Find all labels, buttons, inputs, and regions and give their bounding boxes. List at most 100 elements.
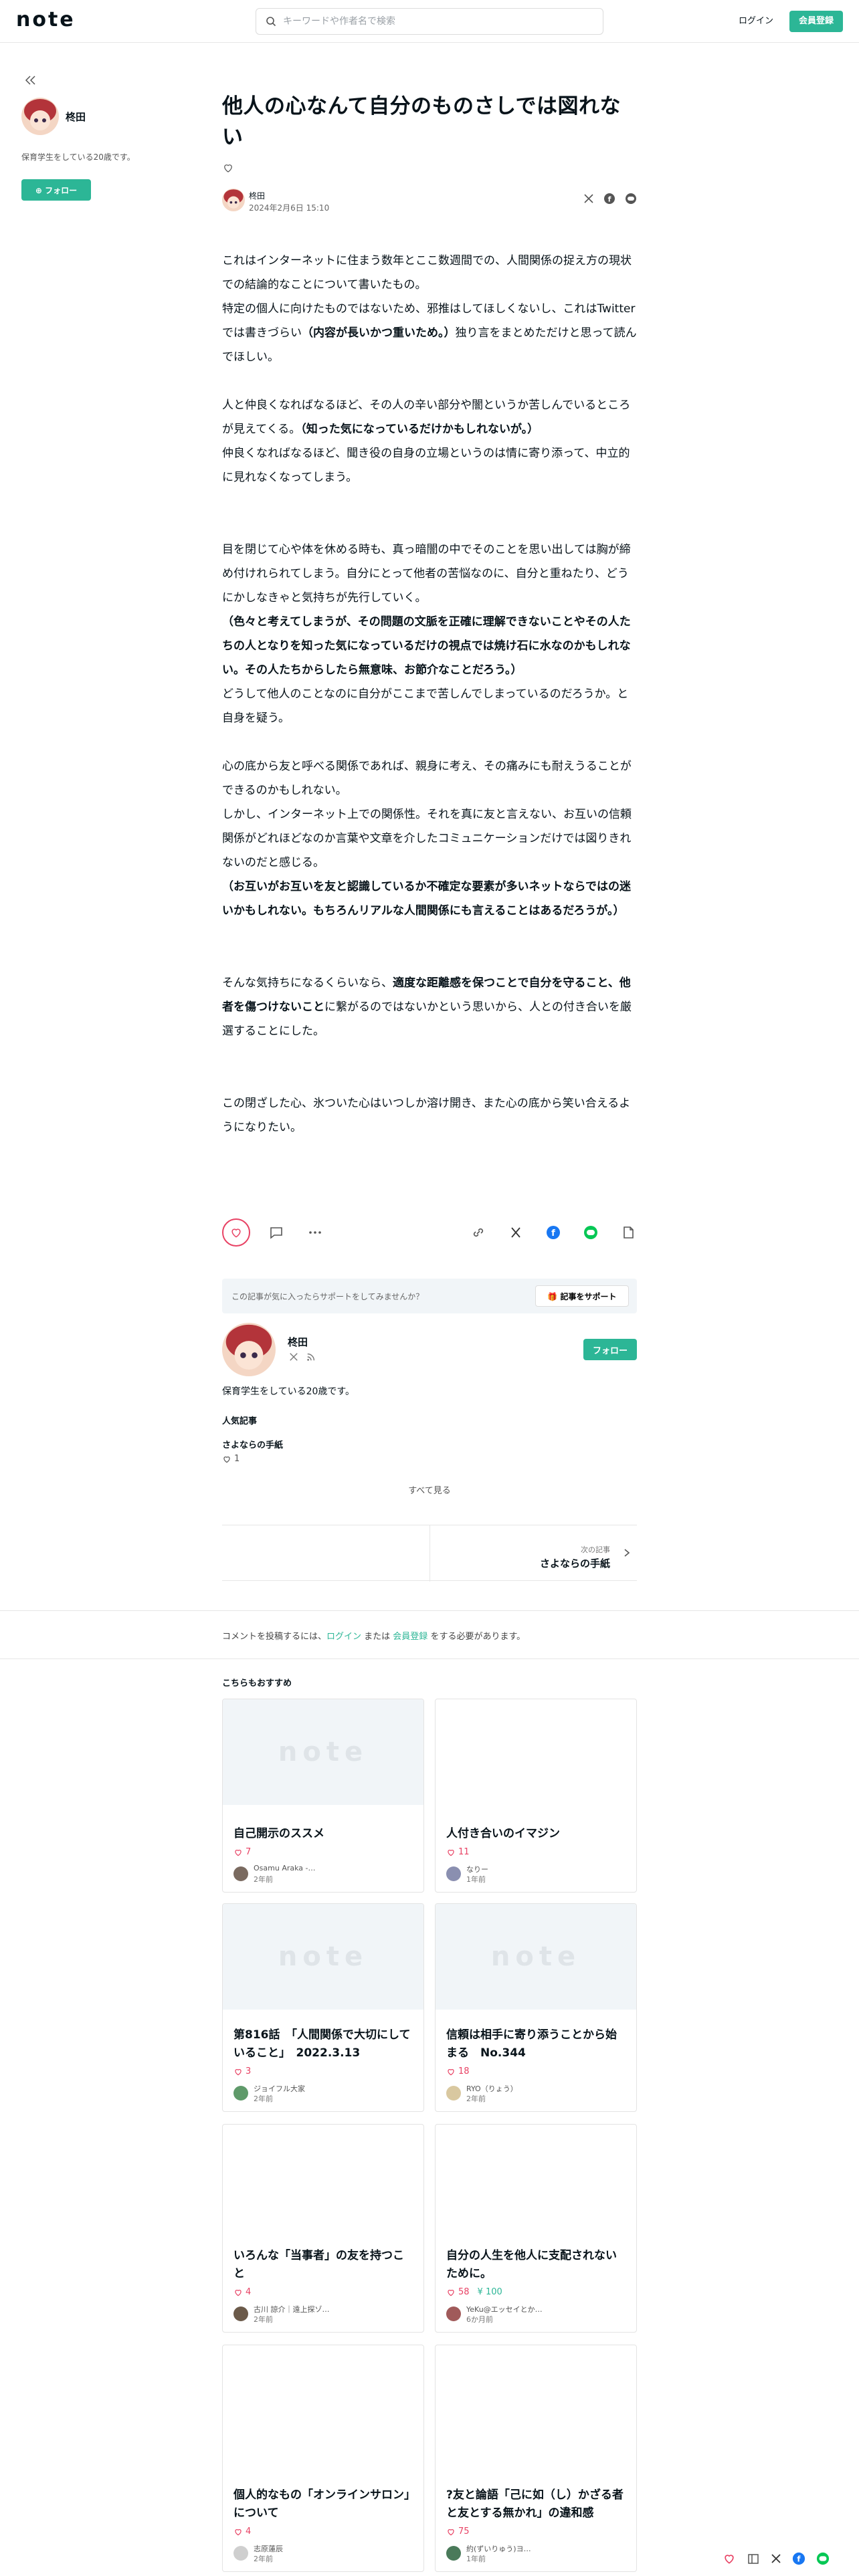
more-icon[interactable] [308,1225,322,1240]
login-button[interactable]: ログイン [729,11,783,32]
facebook-icon[interactable]: f [603,193,615,205]
site-header: note ログイン 会員登録 [0,0,859,43]
like-count: 18 [458,2066,470,2076]
author-avatar [446,2546,461,2561]
post-time: 2年前 [254,2095,273,2103]
recommend-card[interactable]: note 自己開示のススメ 7 Osamu Araka -… 2年前 [222,1699,424,1893]
search-box[interactable] [256,8,603,35]
popular-article-title[interactable]: さよならの手紙 [222,1438,283,1451]
comment-login-note: コメントを投稿するには、ログイン または 会員登録 をする必要があります。 [222,1629,525,1642]
heart-icon[interactable] [723,2552,736,2565]
card-author[interactable]: RYO（りょう） 2年前 [446,2083,626,2105]
post-time: 1年前 [466,2555,486,2563]
rss-icon[interactable] [306,1352,316,1362]
card-body: 信頼は相手に寄り添うことから始まる No.344 18 RYO（りょう） 2年前 [446,2026,626,2105]
register-button[interactable]: 会員登録 [789,11,843,32]
article-title: 他人の心なんて自分のものさしでは図れない [222,94,622,149]
share-icons: f [583,193,637,205]
author-name: ジョイフル大家 [254,2084,305,2093]
recommend-card[interactable]: ?友と論語「己に如（し）かざる者と友とする無かれ」の違和感 75 約(ずいりゅう)ヨ… [435,2345,637,2572]
comment-register-link[interactable]: 会員登録 [393,1632,427,1642]
card-author[interactable]: 古川 諒介｜遠上探ゾ… 2年前 [233,2304,413,2325]
comment-login-link[interactable]: ログイン [326,1632,361,1642]
paragraph-text: そんな気持ちになるくらいなら、 [222,976,393,990]
author-name[interactable]: 柊田 [249,190,265,201]
section-divider [0,1610,859,1611]
paragraph-text: どうして他人のことなのに自分がここまで苦しんでしまっているのだろうか。と自身を疑… [222,687,629,725]
author-avatar [233,2546,248,2561]
author-name: 約(ずいりゅう)ヨ… [466,2545,531,2553]
paragraph-text: 目を閉じて心や体を休める時も、真っ暗闇の中でそのことを思い出しては胸が締め付けれ… [222,543,631,605]
see-all-link[interactable]: すべて見る [222,1483,637,1496]
creator-name[interactable]: 柊田 [66,110,86,124]
card-author[interactable]: Osamu Araka -… 2年前 [233,1864,413,1885]
note-logo[interactable]: note [16,8,76,31]
heart-icon[interactable] [222,162,234,174]
svg-text:f: f [608,195,611,204]
paragraph-text: 仲良くなればなるほど、聞き役の自身の立場というのは情に寄り添って、中立的に見れな… [222,447,630,484]
search-input[interactable] [283,9,591,34]
card-likes: 11 [446,1847,626,1857]
author-avatar[interactable] [222,189,245,211]
next-title[interactable]: さよならの手紙 [540,1556,610,1570]
facebook-icon[interactable]: f [792,2552,805,2565]
recommend-card[interactable]: 個人的なもの「オンラインサロン」について 4 志原蓮辰 2年前 [222,2345,424,2572]
profile-name[interactable]: 柊田 [288,1335,308,1349]
line-icon[interactable] [625,193,637,205]
line-icon[interactable] [583,1225,598,1240]
recommend-card[interactable]: note 第816話 「人間関係で大切にしていること」 2022.3.13 3 ジョイ… [222,1903,424,2112]
embed-icon[interactable] [621,1225,636,1240]
x-icon[interactable] [508,1225,523,1240]
profile-follow-button[interactable]: フォロー [583,1339,637,1360]
card-author[interactable]: 約(ずいりゅう)ヨ… 1年前 [446,2543,626,2565]
gift-icon: 🎁 [547,1291,561,1301]
profile-bio: 保育学生をしている20歳です。 [222,1386,355,1397]
follow-label: フォロー [45,185,78,195]
recommend-card[interactable]: 自分の人生を他人に支配されないために。 58 ¥ 100 YeKu@エッセイとか… 6か… [435,2124,637,2333]
card-author[interactable]: ジョイフル大家 2年前 [233,2083,413,2105]
card-title[interactable]: 自己開示のススメ [233,1825,413,1843]
author-name: Osamu Araka -… [254,1864,316,1872]
article-paragraph: 人と仲良くなればなるほど、その人の辛い部分や闇というか苦しんでいるところが見えて… [222,393,637,441]
card-author[interactable]: 志原蓮辰 2年前 [233,2543,413,2565]
card-body: いろんな「当事者」の友を持つこと 4 古川 諒介｜遠上探ゾ… 2年前 [233,2247,413,2325]
like-button[interactable] [222,1218,250,1247]
x-icon[interactable] [289,1352,298,1362]
facebook-icon[interactable]: f [546,1225,561,1240]
recommend-card[interactable]: 人付き合いのイマジン 11 なりー 1年前 [435,1699,637,1893]
card-title[interactable]: いろんな「当事者」の友を持つこと [233,2247,413,2283]
comment-icon[interactable] [269,1225,284,1240]
card-title[interactable]: 人付き合いのイマジン [446,1825,626,1843]
card-author[interactable]: YeKu@エッセイとか… 6か月前 [446,2304,626,2325]
line-icon[interactable] [816,2552,830,2565]
card-title[interactable]: 第816話 「人間関係で大切にしていること」 2022.3.13 [233,2026,413,2062]
recommend-card[interactable]: note 信頼は相手に寄り添うことから始まる No.344 18 RYO（りょう） 2年… [435,1903,637,2112]
person-plus-icon: ⊕ [35,185,45,195]
recommend-card[interactable]: いろんな「当事者」の友を持つこと 4 古川 諒介｜遠上探ゾ… 2年前 [222,2124,424,2333]
link-icon[interactable] [471,1225,486,1240]
like-count: 1 [234,1454,240,1464]
x-icon[interactable] [583,193,594,204]
profile-avatar[interactable] [222,1323,276,1376]
next-label: 次の記事 [581,1545,610,1554]
heart-icon [235,2529,242,2535]
double-chevron-left-icon[interactable] [24,74,37,87]
card-author[interactable]: なりー 1年前 [446,1864,626,1885]
sidebar-follow-button[interactable]: ⊕ フォロー [21,179,91,201]
like-count: 75 [458,2527,470,2537]
support-button[interactable]: 🎁 記事をサポート [535,1285,629,1307]
next-article-nav[interactable]: 次の記事 さよならの手紙 [222,1525,637,1582]
magazine-icon[interactable] [747,2552,760,2565]
card-title[interactable]: 個人的なもの「オンラインサロン」について [233,2486,413,2523]
author-name: なりー [466,1865,488,1874]
heart-icon [448,2289,454,2296]
creator-avatar[interactable] [21,98,59,135]
card-title[interactable]: 信頼は相手に寄り添うことから始まる No.344 [446,2026,626,2062]
x-icon[interactable] [771,2553,781,2564]
card-title[interactable]: ?友と論語「己に如（し）かざる者と友とする無かれ」の違和感 [446,2486,626,2523]
card-title[interactable]: 自分の人生を他人に支配されないために。 [446,2247,626,2283]
